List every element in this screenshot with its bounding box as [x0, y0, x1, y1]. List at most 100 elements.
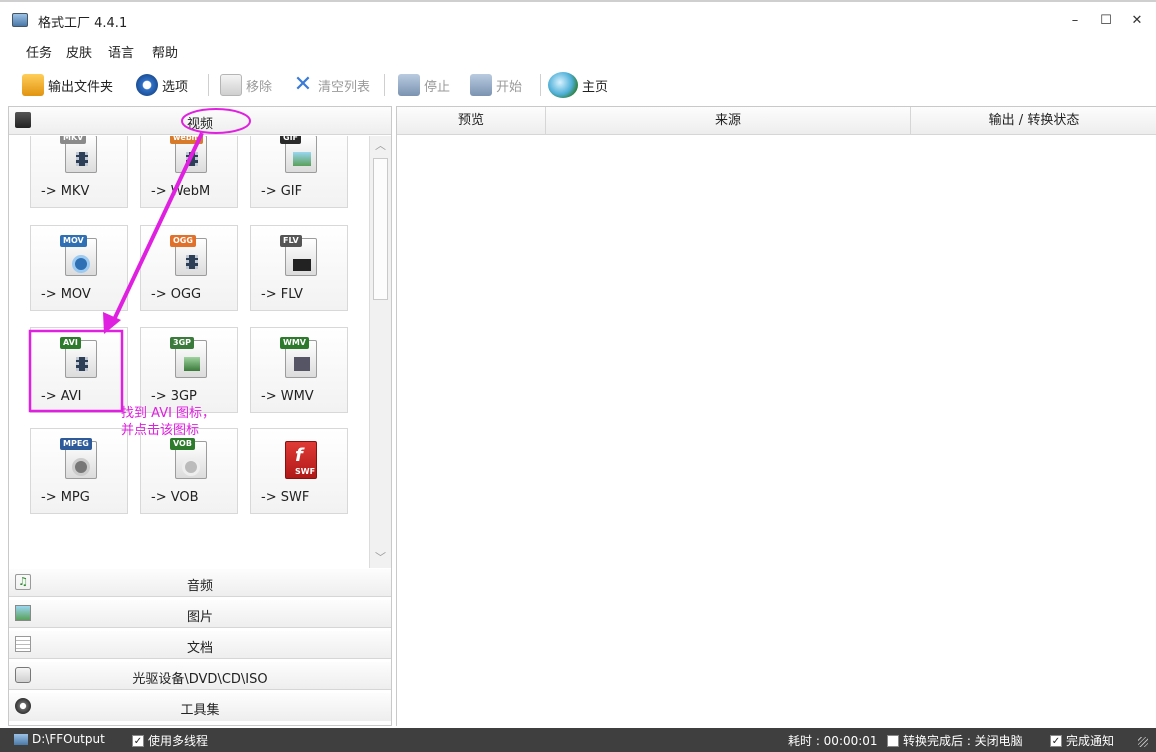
ogg-file-icon: OGG — [170, 235, 207, 276]
tile-mov-label: -> MOV — [41, 287, 91, 302]
annotation-line-2: 并点击该图标 — [121, 423, 200, 438]
multithread-label: 使用多线程 — [148, 734, 209, 748]
tile-mpg[interactable]: MPEG -> MPG — [30, 428, 128, 514]
remove-label: 移除 — [246, 79, 273, 95]
annotation-line-1: 找到 AVI 图标， — [121, 406, 216, 421]
category-audio-label: 音频 — [186, 579, 213, 594]
status-bar: D:\FFOutput ✓ 使用多线程 耗时 : 00:00:01 转换完成后 … — [0, 728, 1156, 752]
menu-task[interactable]: 任务 — [26, 42, 52, 61]
tile-mpg-label: -> MPG — [41, 490, 90, 505]
tile-vob[interactable]: VOB -> VOB — [140, 428, 238, 514]
home-button[interactable]: 主页 — [548, 71, 608, 99]
options-label: 选项 — [162, 79, 189, 95]
wmv-file-icon: WMV — [280, 337, 317, 378]
tile-mov[interactable]: MOV -> MOV — [30, 225, 128, 311]
avi-tag: AVI — [60, 337, 81, 349]
tile-wmv-label: -> WMV — [261, 389, 314, 404]
annotation-text: 找到 AVI 图标， 并点击该图标 — [121, 405, 215, 439]
stop-icon — [398, 74, 420, 96]
gif-file-icon: GIF — [280, 136, 317, 173]
swf-tag: SWF — [295, 467, 316, 476]
notify-checkbox[interactable]: ✓ 完成通知 — [1050, 732, 1114, 749]
category-tools[interactable]: 工具集 — [9, 693, 391, 721]
tile-webm[interactable]: webm -> WebM — [140, 136, 238, 208]
scroll-thumb[interactable] — [373, 158, 388, 300]
output-folder-button[interactable]: 输出文件夹 — [22, 71, 113, 99]
tile-avi[interactable]: AVI -> AVI — [30, 327, 128, 413]
maximize-button[interactable]: ☐ — [1093, 10, 1119, 32]
tile-ogg[interactable]: OGG -> OGG — [140, 225, 238, 311]
scroll-up-icon[interactable]: ︿ — [372, 138, 389, 154]
category-video-label: 视频 — [186, 117, 213, 132]
wmv-tag: WMV — [280, 337, 309, 349]
remove-icon — [220, 74, 242, 96]
flash-icon: f — [295, 445, 303, 466]
elapsed-time: 耗时 : 00:00:01 — [788, 732, 878, 749]
start-button[interactable]: 开始 — [470, 71, 522, 99]
globe-icon — [548, 72, 578, 98]
webm-tag: webm — [170, 136, 203, 144]
category-document[interactable]: 文档 — [9, 631, 391, 659]
after-convert-label: 转换完成后 : 关闭电脑 — [903, 734, 1023, 748]
multithread-checkbox[interactable]: ✓ 使用多线程 — [132, 732, 208, 749]
tile-swf[interactable]: SWF f -> SWF — [250, 428, 348, 514]
gear-icon — [136, 74, 158, 96]
column-preview[interactable]: 预览 — [397, 107, 546, 135]
tile-gif[interactable]: GIF -> GIF — [250, 136, 348, 208]
mov-tag: MOV — [60, 235, 87, 247]
category-rom[interactable]: 光驱设备\DVD\CD\ISO — [9, 662, 391, 690]
stop-button[interactable]: 停止 — [398, 71, 450, 99]
category-tools-label: 工具集 — [180, 703, 220, 718]
home-label: 主页 — [582, 79, 609, 95]
column-source[interactable]: 来源 — [546, 107, 911, 135]
close-button[interactable]: ✕ — [1124, 10, 1150, 32]
vob-file-icon: VOB — [170, 438, 207, 479]
3gp-tag: 3GP — [170, 337, 194, 349]
window-title: 格式工厂 4.4.1 — [38, 16, 128, 31]
category-image[interactable]: 图片 — [9, 600, 391, 628]
menu-help[interactable]: 帮助 — [152, 42, 178, 61]
category-video[interactable]: 视频 — [9, 107, 391, 135]
category-audio[interactable]: ♫ 音频 — [9, 569, 391, 597]
output-folder-label: 输出文件夹 — [48, 79, 114, 95]
toolbar-divider — [384, 74, 385, 96]
mkv-file-icon: MKV — [60, 136, 97, 173]
after-convert-checkbox[interactable]: 转换完成后 : 关闭电脑 — [887, 732, 1023, 749]
tile-gif-label: -> GIF — [261, 184, 303, 199]
tiles-scrollbar[interactable]: ︿ ﹀ — [369, 136, 391, 568]
ogg-tag: OGG — [170, 235, 196, 247]
tile-mkv[interactable]: MKV -> MKV — [30, 136, 128, 208]
task-list: 预览 来源 输出 / 转换状态 — [396, 106, 1156, 726]
minimize-button[interactable]: – — [1062, 10, 1088, 32]
tile-flv-label: -> FLV — [261, 287, 303, 302]
multithread-check-icon: ✓ — [132, 734, 144, 747]
mpg-file-icon: MPEG — [60, 438, 97, 479]
elapsed-time-label: 耗时 : 00:00:01 — [788, 734, 878, 748]
start-label: 开始 — [496, 79, 523, 95]
resize-grip-icon[interactable] — [1138, 737, 1148, 747]
menu-language[interactable]: 语言 — [108, 42, 134, 61]
tile-3gp[interactable]: 3GP -> 3GP — [140, 327, 238, 413]
column-output-status[interactable]: 输出 / 转换状态 — [911, 107, 1156, 135]
title-bar: 格式工厂 4.4.1 – ☐ ✕ — [0, 0, 1156, 36]
menu-skin[interactable]: 皮肤 — [66, 42, 92, 61]
tile-ogg-label: -> OGG — [151, 287, 202, 302]
output-path[interactable]: D:\FFOutput — [14, 732, 105, 746]
tile-vob-label: -> VOB — [151, 490, 199, 505]
clear-list-button[interactable]: ✕ 清空列表 — [292, 71, 370, 99]
start-icon — [470, 74, 492, 96]
tile-wmv[interactable]: WMV -> WMV — [250, 327, 348, 413]
options-button[interactable]: 选项 — [136, 71, 188, 99]
output-path-icon — [14, 733, 28, 745]
tile-flv[interactable]: FLV -> FLV — [250, 225, 348, 311]
clear-list-label: 清空列表 — [318, 79, 371, 95]
after-convert-check-icon — [887, 734, 899, 747]
tile-swf-label: -> SWF — [261, 490, 310, 505]
gif-tag: GIF — [280, 136, 302, 144]
mkv-tag: MKV — [60, 136, 87, 144]
toolbar: 输出文件夹 选项 移除 ✕ 清空列表 停止 开始 主页 — [0, 64, 1156, 104]
clear-x-icon: ✕ — [293, 72, 313, 97]
remove-button[interactable]: 移除 — [220, 71, 272, 99]
scroll-down-icon[interactable]: ﹀ — [372, 550, 389, 566]
tile-webm-label: -> WebM — [151, 184, 211, 199]
